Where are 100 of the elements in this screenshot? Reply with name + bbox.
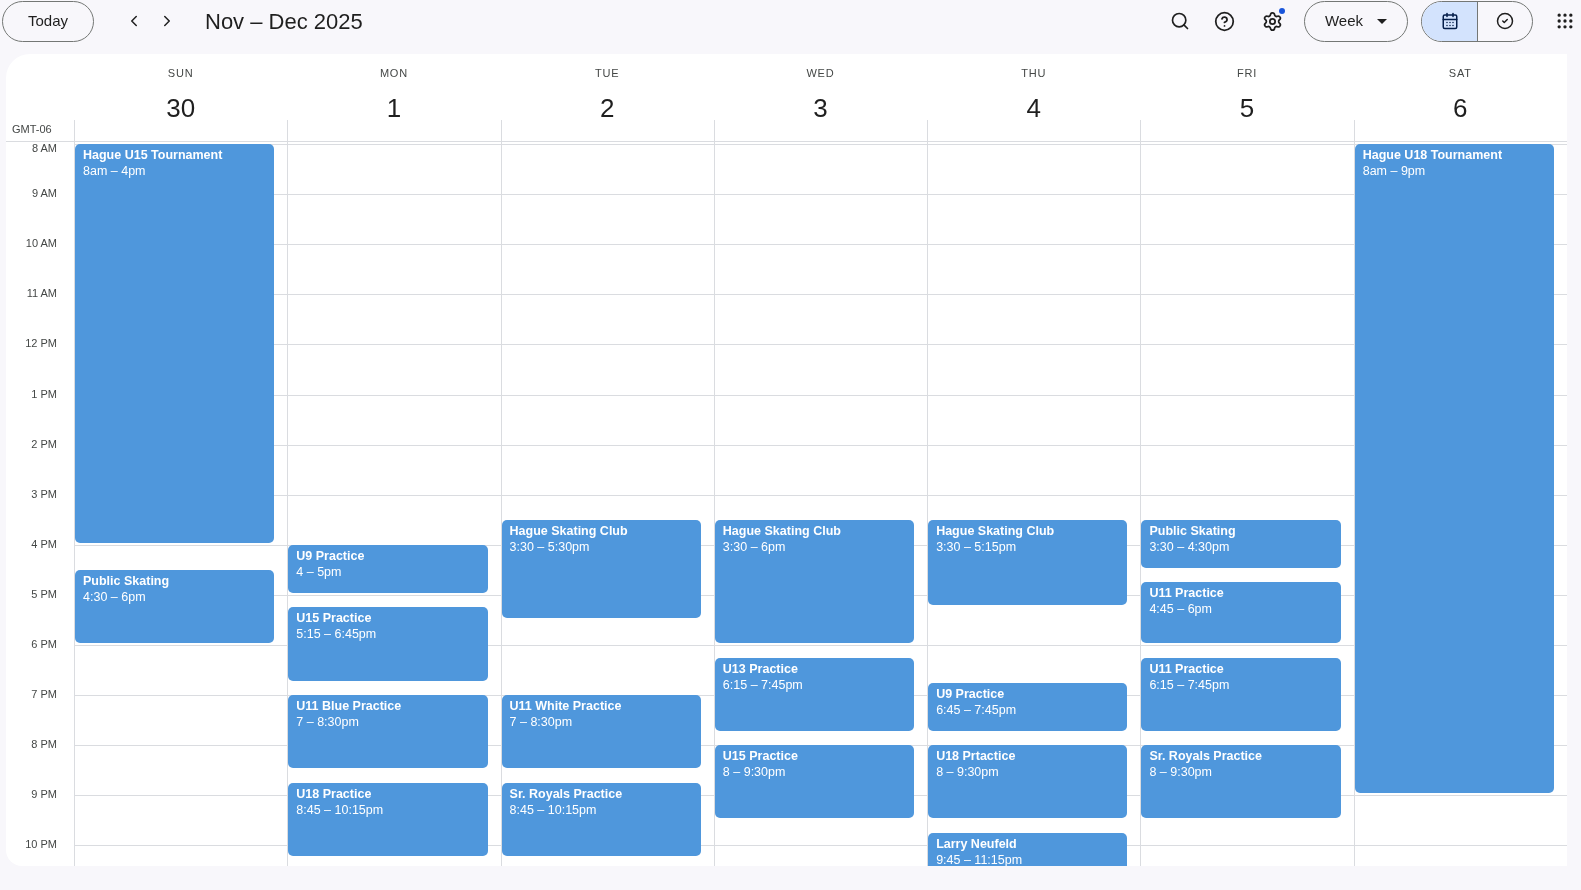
event-title: U9 Practice — [936, 685, 1006, 702]
calendar-event[interactable]: Hague Skating Club 3:30 – 6pm — [714, 519, 915, 643]
event-title: Hague U18 Tournament — [1362, 147, 1504, 163]
calendar-event[interactable]: Sr. Royals Practice 8:45 – 10:15pm — [501, 782, 701, 856]
hour-label: 2 PM — [31, 437, 57, 451]
event-title: U11 Blue Practice — [296, 698, 403, 715]
calendar-event[interactable]: U11 Blue Practice 7 – 8:30pm — [288, 695, 488, 769]
calendar-event[interactable]: U18 Practice 8:45 – 10:15pm — [288, 782, 488, 856]
day-number: 1 — [386, 91, 402, 125]
event-title: Hague Skating Club — [722, 522, 842, 539]
day-number: 2 — [599, 91, 615, 125]
event-title: Public Skating — [1149, 522, 1237, 539]
event-title: U11 White Practice — [509, 698, 623, 715]
event-time: 4:30 – 6pm — [83, 588, 147, 605]
hour-label: 5 PM — [31, 587, 57, 601]
day-number: 5 — [1239, 91, 1255, 125]
event-time: 3:30 – 5:15pm — [936, 538, 1018, 555]
day-number: 4 — [1026, 91, 1041, 125]
event-time: 6:45 – 7:45pm — [936, 701, 1018, 718]
event-title: U15 Practice — [296, 610, 373, 627]
event-title: U13 Practice — [722, 660, 799, 677]
event-time: 8am – 9pm — [1362, 163, 1427, 179]
calendar-event[interactable]: U15 Practice 8 – 9:30pm — [714, 745, 915, 819]
apps-grid-icon — [1555, 11, 1575, 31]
hour-label: 8 AM — [31, 142, 57, 155]
hour-label: 9 PM — [31, 788, 57, 802]
day-number: 3 — [813, 91, 828, 125]
day-number: 6 — [1453, 91, 1468, 125]
event-time: 8am – 4pm — [83, 163, 147, 179]
weekday-label: THU — [1021, 66, 1047, 81]
hour-label: 3 PM — [31, 487, 57, 501]
calendar-icon — [1440, 12, 1459, 30]
calendar-event[interactable]: U18 Prtactice 8 – 9:30pm — [928, 745, 1128, 819]
event-time: 8:45 – 10:15pm — [509, 801, 598, 818]
event-title: Larry Neufeld — [936, 835, 1018, 852]
event-title: Hague U15 Tournament — [83, 147, 224, 163]
hour-label: 4 PM — [31, 537, 57, 551]
hour-label: 7 PM — [31, 688, 57, 702]
weekday-label: MON — [379, 66, 408, 81]
hour-label: 8 PM — [31, 738, 57, 752]
calendar-event[interactable]: U9 Practice 6:45 – 7:45pm — [928, 682, 1128, 731]
calendar-event[interactable]: Hague U15 Tournament 8am – 4pm — [75, 144, 275, 543]
event-title: U11 Practice — [1149, 660, 1225, 677]
event-time: 4 – 5pm — [296, 563, 343, 580]
calendar-event[interactable]: U11 White Practice 7 – 8:30pm — [501, 695, 701, 769]
calendar-event[interactable]: Hague Skating Club 3:30 – 5:15pm — [928, 519, 1128, 606]
search-icon — [1170, 11, 1190, 31]
calendar-event[interactable]: Hague U18 Tournament 8am – 9pm — [1354, 144, 1554, 794]
calendar-event[interactable]: U9 Practice 4 – 5pm — [288, 544, 488, 593]
hour-label: 12 PM — [25, 337, 57, 351]
help-icon — [1213, 10, 1235, 32]
hour-label: 1 PM — [31, 387, 57, 401]
event-time: 6:15 – 7:45pm — [1149, 676, 1231, 693]
event-title: Public Skating — [83, 572, 171, 589]
check-circle-icon — [1496, 12, 1514, 30]
hour-label: 10 PM — [25, 838, 57, 852]
date-range-title: Nov – Dec 2025 — [205, 7, 363, 36]
event-title: U11 Practice — [1149, 585, 1225, 602]
day-number: 30 — [166, 91, 196, 125]
calendar-event[interactable]: Larry Neufeld 9:45 – 11:15pm — [928, 832, 1128, 866]
event-title: U9 Practice — [296, 547, 366, 564]
event-title: U18 Practice — [296, 785, 373, 802]
weekday-label: TUE — [595, 66, 620, 81]
event-time: 3:30 – 4:30pm — [1149, 538, 1231, 555]
hour-label: 10 AM — [25, 237, 57, 251]
calendar-event[interactable]: Public Skating 4:30 – 6pm — [75, 569, 275, 643]
calendar-event[interactable]: Hague Skating Club 3:30 – 5:30pm — [501, 519, 701, 618]
event-title: Hague Skating Club — [936, 522, 1056, 539]
timezone-label: GMT-06 — [12, 121, 52, 137]
event-title: U15 Practice — [722, 748, 799, 765]
event-title: Sr. Royals Practice — [509, 785, 624, 802]
event-time: 3:30 – 6pm — [722, 538, 787, 555]
event-time: 8 – 9:30pm — [722, 764, 787, 781]
event-time: 8 – 9:30pm — [936, 764, 1000, 781]
event-time: 9:45 – 11:15pm — [936, 851, 1024, 866]
calendar-event[interactable]: Sr. Royals Practice 8 – 9:30pm — [1141, 745, 1341, 819]
event-title: Sr. Royals Practice — [1149, 748, 1263, 765]
event-time: 4:45 – 6pm — [1149, 601, 1213, 618]
weekday-label: SUN — [167, 66, 194, 81]
event-title: Hague Skating Club — [509, 522, 629, 539]
weekday-label: FRI — [1237, 66, 1258, 81]
hour-label: 9 AM — [31, 187, 57, 201]
calendar-event[interactable]: U11 Practice 4:45 – 6pm — [1141, 582, 1341, 643]
event-time: 3:30 – 5:30pm — [509, 538, 591, 555]
calendar-event[interactable]: U13 Practice 6:15 – 7:45pm — [714, 657, 915, 731]
dropdown-caret-icon — [1377, 18, 1388, 24]
event-title: U18 Prtactice — [936, 748, 1017, 765]
calendar-event[interactable]: U11 Practice 6:15 – 7:45pm — [1141, 657, 1341, 731]
event-time: 6:15 – 7:45pm — [722, 676, 804, 693]
event-time: 7 – 8:30pm — [509, 714, 574, 731]
weekday-label: SAT — [1448, 66, 1472, 81]
calendar-event[interactable]: U15 Practice 5:15 – 6:45pm — [288, 607, 488, 681]
view-mode-toggle[interactable] — [1422, 1, 1477, 41]
hour-label: 6 PM — [31, 638, 57, 651]
event-time: 7 – 8:30pm — [296, 714, 360, 731]
event-time: 8 – 9:30pm — [1149, 764, 1213, 781]
weekday-label: WED — [806, 66, 835, 81]
calendar-event[interactable]: Public Skating 3:30 – 4:30pm — [1141, 519, 1341, 568]
settings-icon — [1261, 10, 1283, 32]
event-time: 8:45 – 10:15pm — [296, 801, 385, 818]
